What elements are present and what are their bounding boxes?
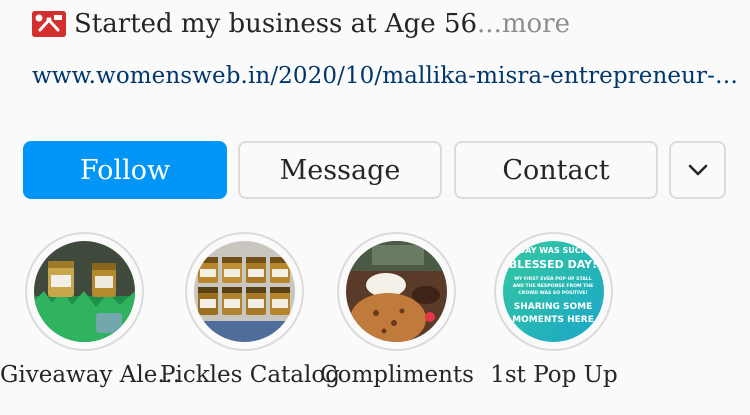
highlight-ring [337,232,456,351]
highlight-label: Compliments [320,362,474,388]
highlight-ring: DAY WAS SUCH BLESSED DAY! MY FIRST EVER … [494,232,613,351]
bio-ellipsis: ... [477,9,502,39]
bio-text: Started my business at Age 56 [74,9,478,39]
thumb-text-line: BLESSED DAY! [509,258,597,271]
thumb-text-line: SHARING SOME [514,302,593,312]
thumb-text-line: AND THE RESPONSE FROM THE [513,283,594,289]
highlight-thumbnail [194,241,295,342]
follow-button[interactable]: Follow [23,141,227,199]
chevron-down-icon [688,164,707,176]
thumb-text-line: DAY WAS SUCH [519,246,588,255]
highlight-ring [25,232,144,351]
bio-more-link[interactable]: more [502,9,570,39]
profile-website-link[interactable]: www.womensweb.in/2020/10/mallika-misra-e… [32,58,738,94]
highlight-thumbnail [346,241,447,342]
highlight-label: Giveaway Ale… [0,362,181,388]
thumb-text-line: MY FIRST EVER POP UP STALL [514,276,591,282]
thumb-text-line: MOMENTS HERE [512,315,594,325]
highlight-giveaway[interactable]: Giveaway Ale… [0,232,181,402]
tools-emoji-icon [32,11,66,37]
highlight-label: 1st Pop Up [490,362,618,388]
suggested-accounts-button[interactable] [669,141,726,199]
contact-button[interactable]: Contact [454,141,658,199]
highlight-first-pop-up[interactable]: DAY WAS SUCH BLESSED DAY! MY FIRST EVER … [469,232,639,402]
thumb-text-line: CROWD WAS SO POSITIVE! [518,290,587,296]
profile-bio: Started my business at Age 56... more [32,6,732,42]
highlight-thumbnail [34,241,135,342]
message-button[interactable]: Message [238,141,442,199]
highlight-ring [185,232,304,351]
highlight-label: Pickles Catalog [160,362,340,388]
highlight-pickles-catalog[interactable]: Pickles Catalog [160,232,340,402]
highlight-thumbnail: DAY WAS SUCH BLESSED DAY! MY FIRST EVER … [503,241,604,342]
highlight-compliments[interactable]: Compliments [312,232,482,402]
